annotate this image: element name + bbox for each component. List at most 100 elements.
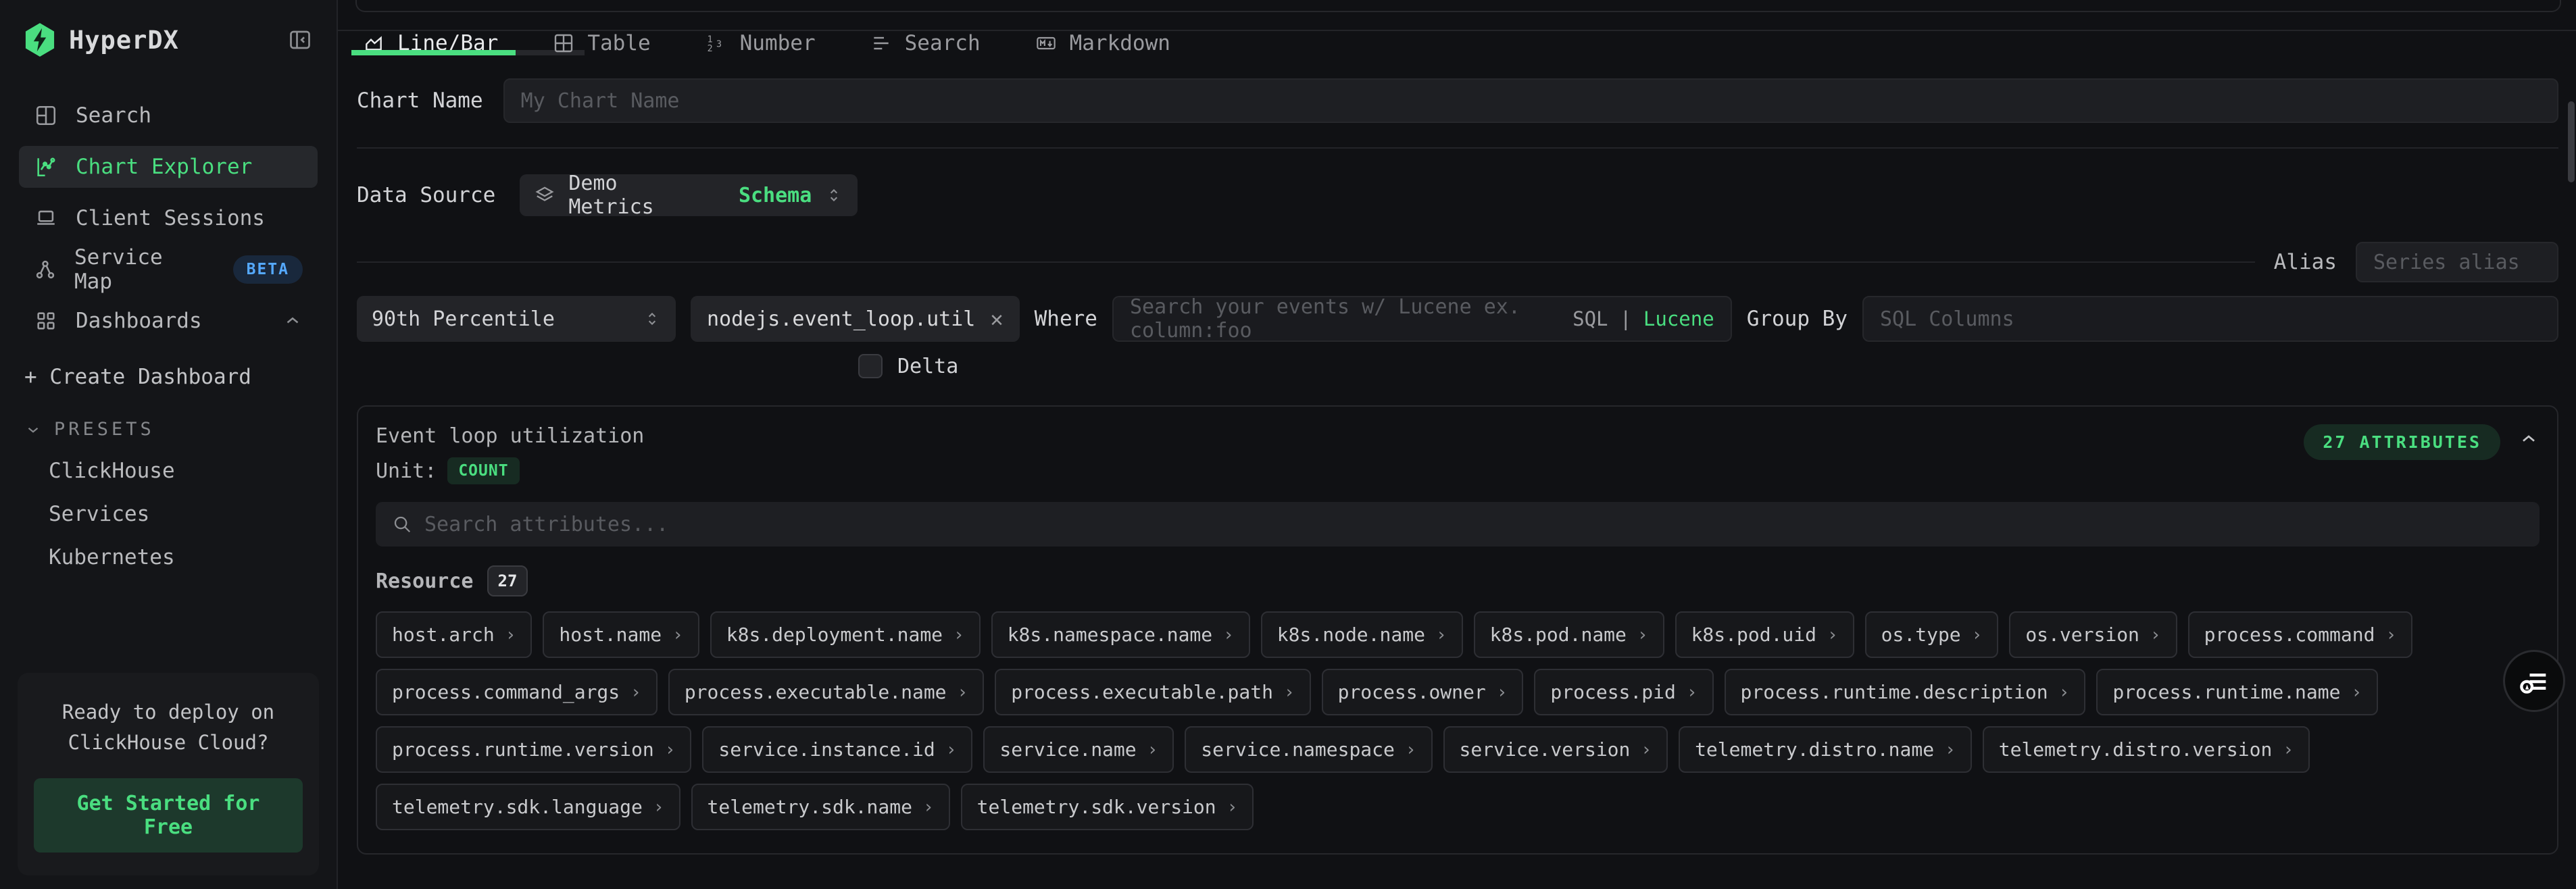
query-language-toggle[interactable]: SQL | Lucene xyxy=(1572,307,1714,330)
data-source-select[interactable]: Demo Metrics Schema xyxy=(520,174,858,216)
app-title: HyperDX xyxy=(69,26,287,55)
chart-name-label: Chart Name xyxy=(357,88,483,113)
attribute-chip[interactable]: os.version › xyxy=(2009,611,2177,658)
vertical-scrollbar[interactable] xyxy=(2568,101,2575,182)
sidebar-item-label: Client Sessions xyxy=(76,206,265,230)
attribute-chip[interactable]: k8s.pod.name › xyxy=(1474,611,1664,658)
attribute-name: service.version xyxy=(1460,738,1631,761)
preset-item[interactable]: Services xyxy=(49,502,337,526)
preset-item[interactable]: ClickHouse xyxy=(49,459,337,483)
attribute-chip[interactable]: telemetry.sdk.language › xyxy=(376,784,680,830)
chevron-right-icon: › xyxy=(672,625,683,645)
aggregation-select[interactable]: 90th Percentile xyxy=(357,296,676,342)
chevron-right-icon: › xyxy=(1641,740,1652,760)
chevron-right-icon: › xyxy=(1687,682,1698,703)
attribute-chip[interactable]: host.name › xyxy=(543,611,699,658)
sidebar-item-service-map[interactable]: Service Map BETA xyxy=(19,249,318,290)
sidebar-item-label: Search xyxy=(76,103,151,128)
chevron-right-icon: › xyxy=(946,740,957,760)
hyperdx-logo-icon xyxy=(24,23,55,57)
sidebar-item-search[interactable]: Search xyxy=(19,95,318,136)
attribute-chip[interactable]: telemetry.sdk.version › xyxy=(961,784,1254,830)
attribute-chip[interactable]: service.version › xyxy=(1443,726,1668,773)
sidebar-item-dashboards[interactable]: Dashboards xyxy=(19,300,318,342)
attribute-name: process.command xyxy=(2204,624,2375,646)
chevron-right-icon: › xyxy=(2385,625,2396,645)
attribute-chip[interactable]: k8s.deployment.name › xyxy=(710,611,981,658)
chevron-up-icon[interactable] xyxy=(282,311,303,331)
attribute-chip[interactable]: process.command_args › xyxy=(376,669,658,715)
sidebar: HyperDX Search Chart Explorer Client Ses… xyxy=(0,0,338,889)
attribute-chip[interactable]: telemetry.distro.name › xyxy=(1679,726,1972,773)
attribute-chip[interactable]: process.command › xyxy=(2188,611,2413,658)
feedback-widget-button[interactable] xyxy=(2503,650,2565,712)
attribute-chip[interactable]: k8s.namespace.name › xyxy=(991,611,1250,658)
sidebar-item-label: Chart Explorer xyxy=(76,155,252,179)
attribute-chip[interactable]: process.runtime.name › xyxy=(2096,669,2378,715)
chart-explorer-icon xyxy=(34,155,58,179)
chevron-right-icon: › xyxy=(505,625,516,645)
get-started-button[interactable]: Get Started for Free xyxy=(34,778,303,853)
metric-field-tag[interactable]: nodejs.event_loop.util ✕ xyxy=(691,296,1020,342)
tab-label: Table xyxy=(587,31,650,55)
remove-metric-icon[interactable]: ✕ xyxy=(990,306,1003,332)
attribute-name: process.command_args xyxy=(392,681,620,703)
beta-badge: BETA xyxy=(233,255,303,284)
group-by-input[interactable]: SQL Columns xyxy=(1862,296,2558,342)
tab-table[interactable]: Table xyxy=(547,31,655,55)
chart-type-tabs: Line/Bar Table 123 Number Search Markdow… xyxy=(338,31,2576,55)
presets-header[interactable]: PRESETS xyxy=(24,419,337,440)
collapse-panel-chevron-icon[interactable] xyxy=(2518,428,2540,450)
presets-section: PRESETS ClickHouse Services Kubernetes xyxy=(24,419,337,569)
attribute-chip[interactable]: service.instance.id › xyxy=(702,726,972,773)
data-source-label: Data Source xyxy=(357,183,495,207)
attribute-chip[interactable]: service.namespace › xyxy=(1185,726,1432,773)
attribute-chip[interactable]: k8s.node.name › xyxy=(1261,611,1463,658)
group-by-placeholder: SQL Columns xyxy=(1880,307,2014,331)
create-dashboard-button[interactable]: + Create Dashboard xyxy=(24,365,337,389)
attribute-chip[interactable]: process.executable.path › xyxy=(995,669,1310,715)
chevron-right-icon: › xyxy=(923,797,934,817)
attribute-chip[interactable]: process.owner › xyxy=(1322,669,1524,715)
tab-search[interactable]: Search xyxy=(864,31,986,55)
chevron-right-icon: › xyxy=(1945,740,1956,760)
sidebar-item-chart-explorer[interactable]: Chart Explorer xyxy=(19,146,318,188)
main-area: Line/Bar Table 123 Number Search Markdow… xyxy=(338,0,2576,889)
chevron-right-icon: › xyxy=(653,797,664,817)
attribute-chip[interactable]: os.type › xyxy=(1865,611,1999,658)
attribute-chip[interactable]: host.arch › xyxy=(376,611,532,658)
chevron-right-icon: › xyxy=(1406,740,1416,760)
tab-number[interactable]: 123 Number xyxy=(699,31,821,55)
alias-input[interactable]: Series alias xyxy=(2356,242,2558,282)
attribute-chip[interactable]: process.pid › xyxy=(1534,669,1713,715)
sidebar-item-label: Service Map xyxy=(74,245,198,294)
sql-option[interactable]: SQL xyxy=(1572,307,1608,330)
attribute-chip[interactable]: telemetry.distro.version › xyxy=(1983,726,2310,773)
attribute-chip[interactable]: process.runtime.version › xyxy=(376,726,691,773)
attribute-name: process.executable.name xyxy=(685,681,947,703)
attribute-chip[interactable]: process.executable.name › xyxy=(668,669,984,715)
attribute-chip[interactable]: telemetry.sdk.name › xyxy=(691,784,950,830)
lucene-option[interactable]: Lucene xyxy=(1643,307,1714,330)
preset-item[interactable]: Kubernetes xyxy=(49,545,337,569)
data-source-value: Demo Metrics xyxy=(568,172,712,219)
chart-name-input[interactable]: My Chart Name xyxy=(503,78,2558,123)
alias-placeholder: Series alias xyxy=(2373,251,2520,274)
tab-markdown[interactable]: Markdown xyxy=(1029,31,1176,55)
collapse-sidebar-icon[interactable] xyxy=(287,26,314,53)
chevron-right-icon: › xyxy=(1284,682,1295,703)
attribute-name: k8s.deployment.name xyxy=(726,624,943,646)
attribute-name: telemetry.distro.version xyxy=(1999,738,2273,761)
chevron-right-icon: › xyxy=(2150,625,2161,645)
attribute-chip[interactable]: service.name › xyxy=(983,726,1174,773)
attributes-search-input[interactable]: Search attributes... xyxy=(376,502,2540,547)
layers-icon xyxy=(535,185,555,205)
schema-button[interactable]: Schema xyxy=(739,184,812,207)
laptop-icon xyxy=(34,206,58,230)
tab-line-bar[interactable]: Line/Bar xyxy=(357,31,503,55)
delta-checkbox[interactable] xyxy=(858,354,883,378)
sidebar-item-client-sessions[interactable]: Client Sessions xyxy=(19,197,318,239)
attribute-chip[interactable]: process.runtime.description › xyxy=(1725,669,2086,715)
attribute-chip[interactable]: k8s.pod.uid › xyxy=(1675,611,1854,658)
where-search-input[interactable]: Search your events w/ Lucene ex. column:… xyxy=(1112,296,1732,342)
